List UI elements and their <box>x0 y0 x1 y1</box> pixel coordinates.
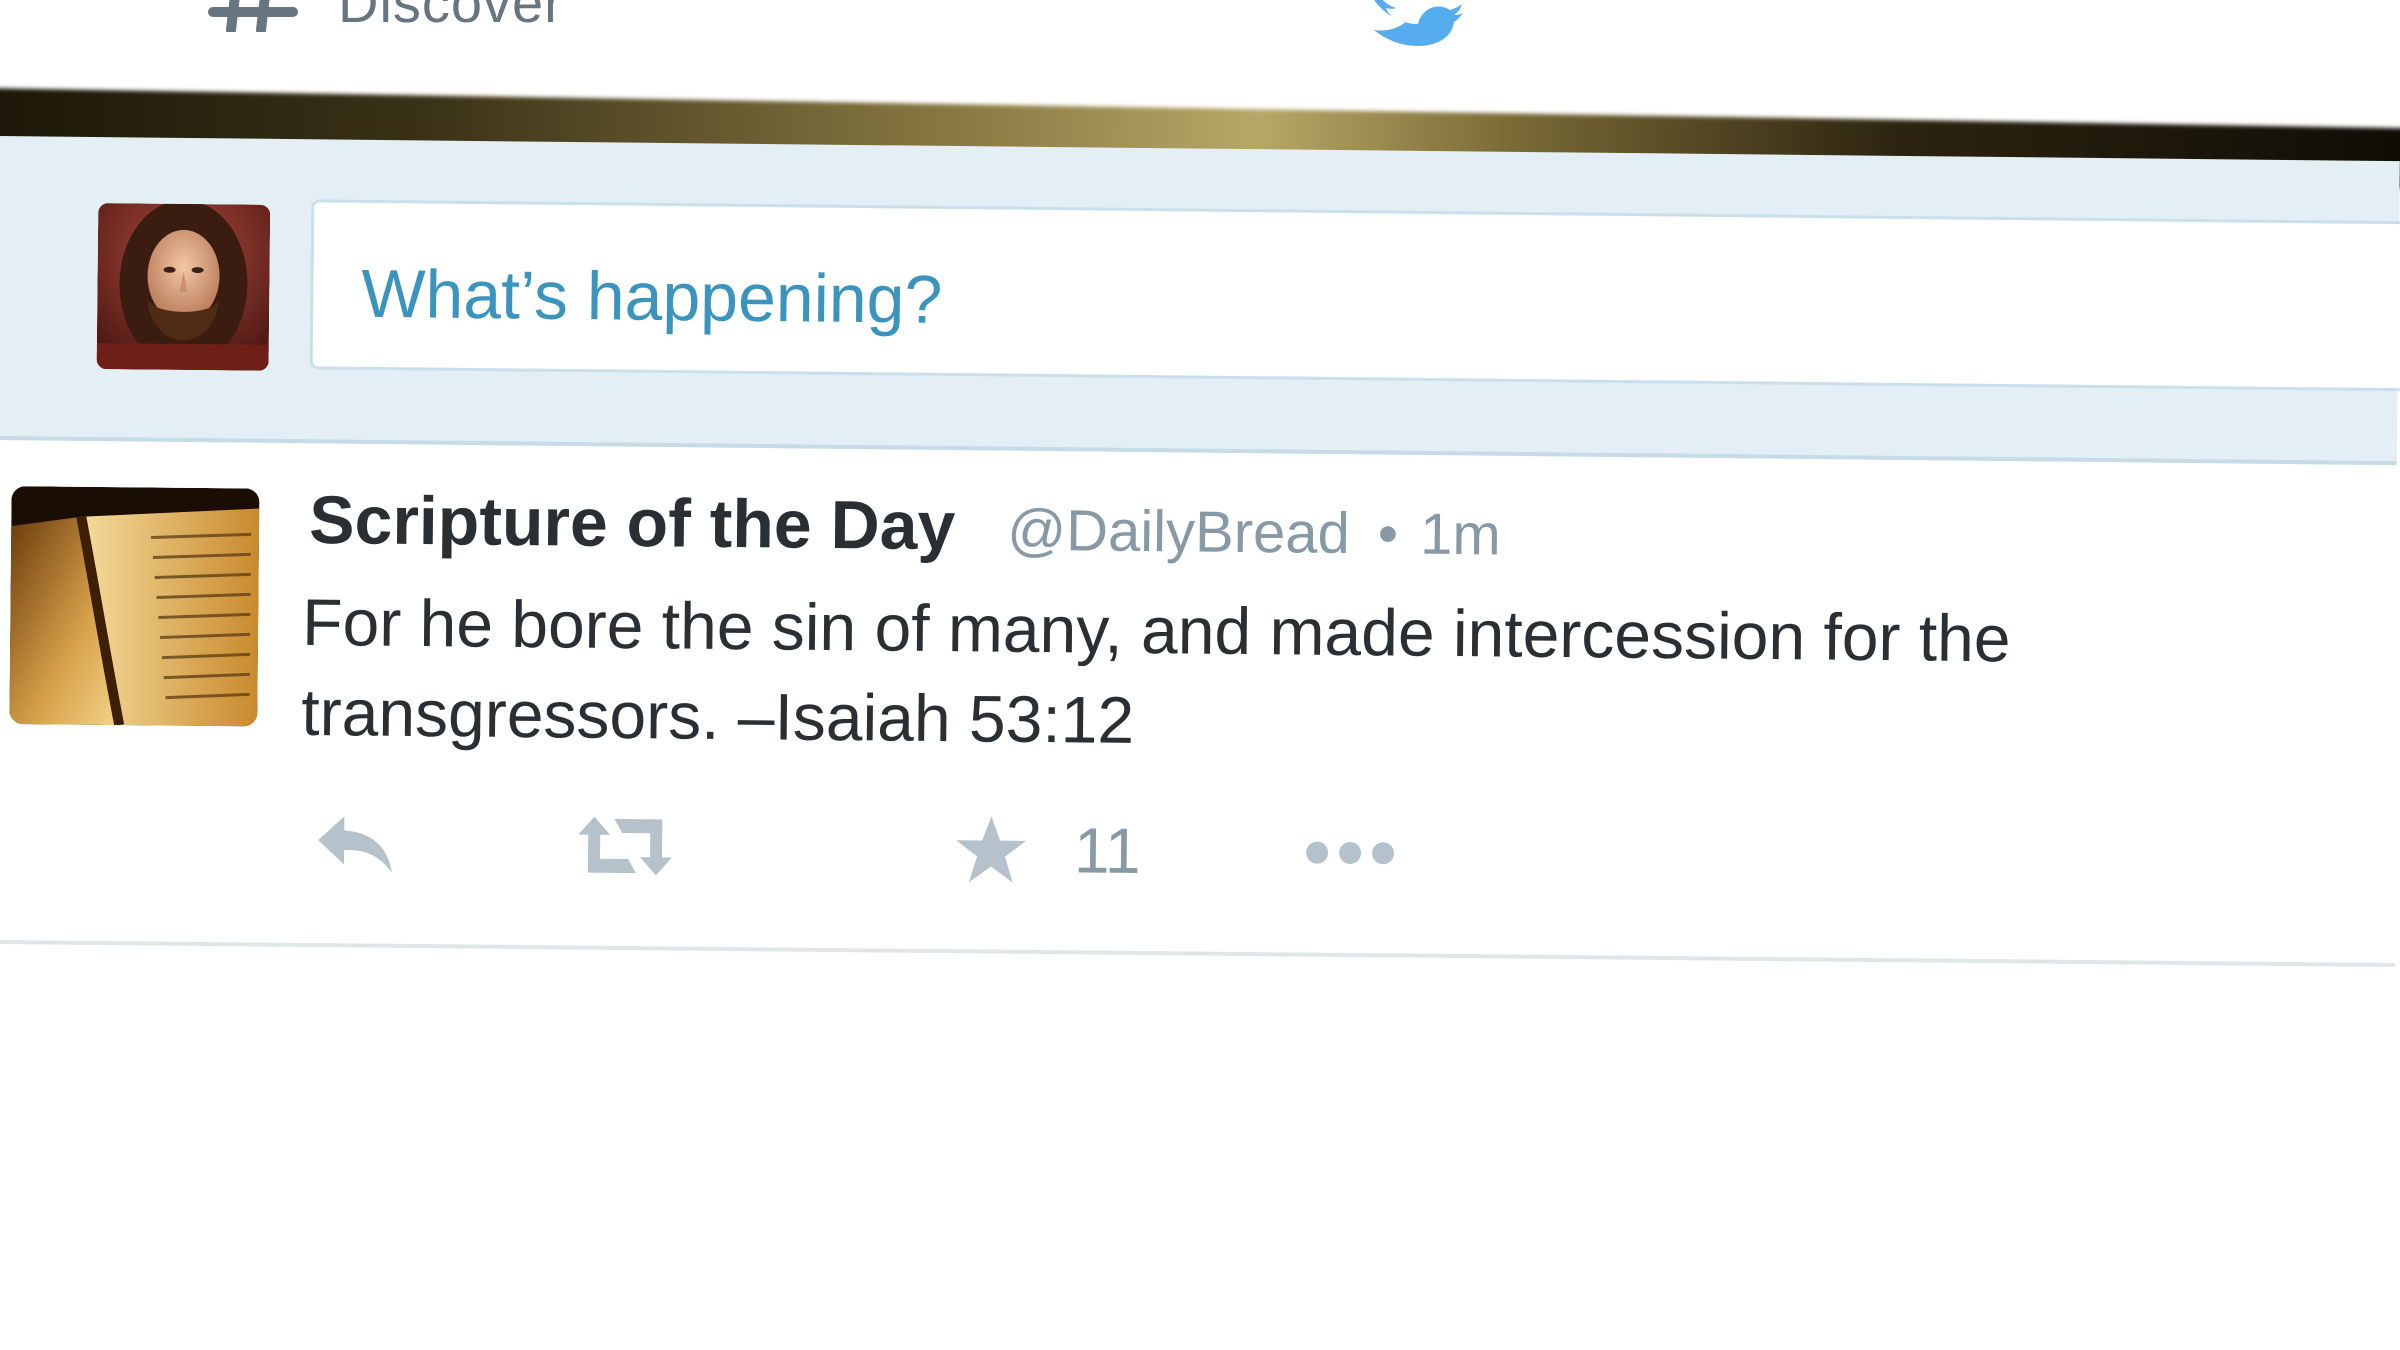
header-separator: • <box>1377 501 1399 567</box>
tweet-composer: What’s happening? <box>0 136 2400 466</box>
top-nav: Discover <box>0 0 2400 85</box>
user-avatar[interactable] <box>96 203 271 371</box>
tweet-text: For he bore the sin of many, and made in… <box>301 577 2223 775</box>
tweet-actions: 11 <box>314 803 1515 895</box>
book-avatar-image <box>9 486 260 727</box>
tweet[interactable]: Scripture of the Day @DailyBread • 1m Fo… <box>0 440 2400 968</box>
retweet-icon <box>578 816 673 876</box>
more-dots-icon <box>1306 841 1395 865</box>
hash-icon <box>208 0 298 32</box>
tweet-text-line-2: transgressors. –Isaiah 53:12 <box>301 674 1135 757</box>
retweet-button[interactable] <box>576 806 675 887</box>
tweet-author-avatar[interactable] <box>9 486 260 727</box>
star-icon <box>956 816 1027 883</box>
twitter-bird-icon[interactable] <box>1372 0 1464 46</box>
tweet-timestamp[interactable]: 1m <box>1420 501 1501 569</box>
avatar-portrait-image <box>96 203 271 371</box>
nav-discover-label: Discover <box>338 0 564 34</box>
reply-button[interactable] <box>314 803 399 884</box>
author-fullname[interactable]: Scripture of the Day <box>309 481 956 565</box>
favorite-count: 11 <box>1073 814 1141 887</box>
more-button[interactable] <box>1304 813 1397 894</box>
compose-tweet-input[interactable]: What’s happening? <box>309 199 2400 393</box>
nav-discover[interactable]: Discover <box>208 0 564 34</box>
author-username[interactable]: @DailyBread <box>1007 497 1350 567</box>
tweet-header: Scripture of the Day @DailyBread • 1m <box>309 481 1501 570</box>
favorite-button[interactable]: 11 <box>954 809 1141 891</box>
reply-icon <box>318 816 392 873</box>
